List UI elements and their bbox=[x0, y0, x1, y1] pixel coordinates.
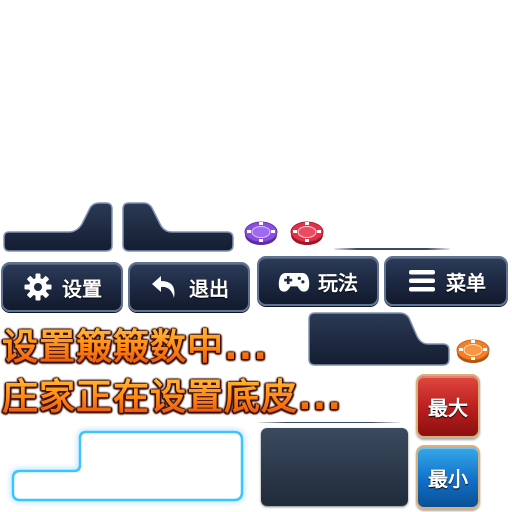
rules-button[interactable]: 玩法 bbox=[257, 256, 379, 306]
min-bet-button[interactable]: 最小 bbox=[416, 445, 480, 509]
tab-shape-right bbox=[122, 202, 234, 252]
tab-shape-mid bbox=[308, 312, 450, 366]
menu-button[interactable]: 菜单 bbox=[384, 256, 508, 306]
status-banker-setting: 庄家正在设置底皮... bbox=[2, 368, 342, 420]
dark-panel bbox=[261, 428, 408, 506]
glow-input-frame[interactable] bbox=[6, 426, 248, 506]
settings-label: 设置 bbox=[62, 276, 102, 301]
min-bet-label: 最小 bbox=[428, 466, 468, 491]
menu-label: 菜单 bbox=[446, 270, 486, 295]
tab-shape-left bbox=[3, 202, 113, 252]
status-setting-hui: 设置簸簸数中... bbox=[2, 318, 268, 370]
divider-line bbox=[334, 248, 450, 250]
exit-label: 退出 bbox=[189, 276, 229, 301]
panel-top-line bbox=[258, 422, 400, 423]
hamburger-icon bbox=[406, 265, 438, 297]
orange-chip-icon bbox=[456, 338, 490, 364]
purple-chip-icon bbox=[244, 220, 278, 246]
rules-label: 玩法 bbox=[318, 270, 358, 295]
max-bet-button[interactable]: 最大 bbox=[416, 374, 480, 438]
gear-icon bbox=[22, 271, 54, 303]
return-arrow-icon bbox=[149, 271, 181, 303]
max-bet-label: 最大 bbox=[428, 395, 468, 420]
exit-button[interactable]: 退出 bbox=[128, 262, 250, 312]
gamepad-icon bbox=[278, 265, 310, 297]
settings-button[interactable]: 设置 bbox=[1, 262, 123, 312]
red-chip-icon bbox=[290, 220, 324, 246]
